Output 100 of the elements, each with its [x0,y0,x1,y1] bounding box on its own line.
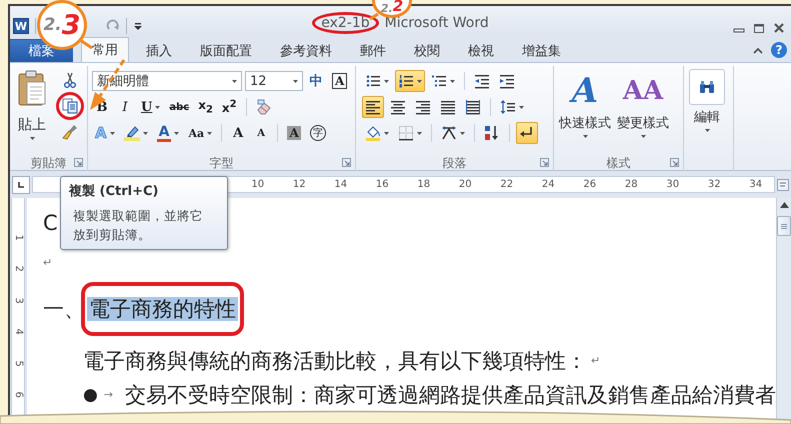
leader-line [79,38,93,50]
border-grid-icon [398,125,414,141]
paint-bucket-icon [365,125,381,141]
font-color-button[interactable]: A [154,122,182,144]
align-left-button[interactable] [362,96,384,118]
ruler-number: 28 [624,179,639,190]
grow-font-button[interactable]: A [228,122,248,144]
align-right-icon [415,99,431,115]
paintbrush-icon[interactable] [62,124,78,140]
strikethrough-button[interactable]: abc [166,96,192,118]
body-text: 交易不受時空限制：商家可透過網路提供產品資訊及銷售產品給消費者 [125,382,776,408]
bullet: ● [82,384,98,407]
highlighter-icon [124,125,140,141]
tooltip-title: 複製 (Ctrl+C) [69,182,160,200]
ruler-number: 6 [12,391,25,398]
app-icon[interactable]: W [13,18,29,34]
restore-icon[interactable] [753,22,765,34]
numbered-list-icon [398,73,414,89]
quick-styles-button[interactable]: A 快速樣式 [556,66,614,154]
ruler-number: 18 [416,179,432,190]
clipboard-icon [17,69,47,107]
body-text: C [42,210,58,236]
dialog-launcher-icon[interactable] [670,158,679,166]
subscript-button[interactable]: x$_{2}$ [195,96,216,118]
superscript-button[interactable]: x$^{2}$ [218,96,240,118]
body-text: 電子商務與傳統的商務活動比較，具有以下幾項特性： [82,348,587,374]
group-label: 樣式 [606,154,630,172]
ribbon-tab[interactable]: 郵件 [349,39,397,62]
ruler-number: 26 [582,179,598,190]
increase-indent-icon [499,73,515,89]
collapse-ribbon-icon[interactable] [753,46,763,54]
ribbon-tab[interactable]: 常用 [81,37,129,62]
customize-toolbar-icon[interactable] [133,21,143,31]
dialog-launcher-icon[interactable] [342,158,351,166]
ruler-number: 4 [12,328,25,336]
ruler-number: 14 [333,179,348,190]
heading-text: 電子商務的特性 [86,297,238,321]
grip-icon [781,224,787,228]
change-styles-button[interactable]: AA 變更樣式 [614,66,672,154]
align-center-icon [390,99,406,115]
help-button[interactable]: ? [771,42,787,58]
ruler-number: 16 [374,179,390,190]
ribbon-tab[interactable]: 校閱 [403,39,451,62]
ruler-number: 5 [12,360,25,366]
scroll-up-icon[interactable] [780,202,788,208]
ruler-number: 12 [292,179,307,190]
scrollbar-thumb[interactable] [777,216,791,236]
editing-button[interactable]: 編輯 [684,66,730,154]
group-label: 字型 [210,154,234,172]
dialog-launcher-icon[interactable] [540,158,549,166]
ribbon-tab[interactable]: 參考資料 [269,39,343,62]
ribbon-tab[interactable]: 插入 [135,39,183,62]
ribbon-tab[interactable]: 檢視 [457,39,505,62]
ruler-toggle-icon[interactable] [777,178,789,190]
paragraph-mark: ↵ [590,353,600,369]
ruler-number: 2 [12,266,25,272]
multilevel-list-icon [431,73,447,89]
tab-mark: → [104,387,113,403]
decrease-indent-icon [474,73,490,89]
change-case-button[interactable]: Aa [185,122,216,144]
ruler-number: 20 [458,179,473,190]
close-icon[interactable] [773,22,785,34]
ruler-number: 30 [665,179,680,190]
phonetic-guide-button[interactable]: 中 [306,70,326,92]
caret-icon [30,137,34,140]
bullet-list-icon [365,73,381,89]
ruler-number: 10 [250,179,266,190]
paste-button[interactable]: 貼上 [10,66,50,154]
shrink-font-button[interactable]: A [251,122,272,144]
numbered-list-button[interactable] [395,70,425,92]
line-spacing-icon [500,99,516,115]
tooltip-text: 複製選取範圍，並將它 放到剪貼簿。 [72,207,204,244]
document-name: ex2-1b [312,12,379,34]
sort-icon [484,125,500,141]
align-left-icon [365,99,381,115]
asian-layout-icon [441,125,457,141]
caret-icon [704,129,710,132]
tab-stop-icon [17,180,25,188]
character-shading-button[interactable]: A [284,122,304,144]
heading-number: 一、 [42,296,85,322]
ribbon-tab[interactable]: 版面配置 [189,39,263,62]
ruler-number: 3 [12,297,25,304]
app-name: Microsoft Word [384,15,489,31]
ribbon-tab[interactable]: 增益集 [511,39,572,62]
dialog-launcher-icon[interactable] [74,158,83,166]
group-label: 剪貼簿 [30,154,66,172]
scissors-icon[interactable] [63,72,77,88]
caret-icon [582,135,588,138]
ruler-number: 32 [706,179,722,190]
underline-button[interactable]: U [138,96,164,118]
paragraph-mark: ↵ [42,255,52,271]
font-size-field[interactable]: 12 [245,71,303,91]
italic-button[interactable]: I [115,96,135,118]
copy-button[interactable] [56,92,84,120]
paragraph-mark-button[interactable] [516,122,538,144]
binoculars-icon [699,80,715,94]
ruler-number: 22 [499,179,514,190]
ruler-number: 1 [12,234,25,241]
tab-stop-selector[interactable] [12,176,30,194]
caret-icon [640,135,646,138]
